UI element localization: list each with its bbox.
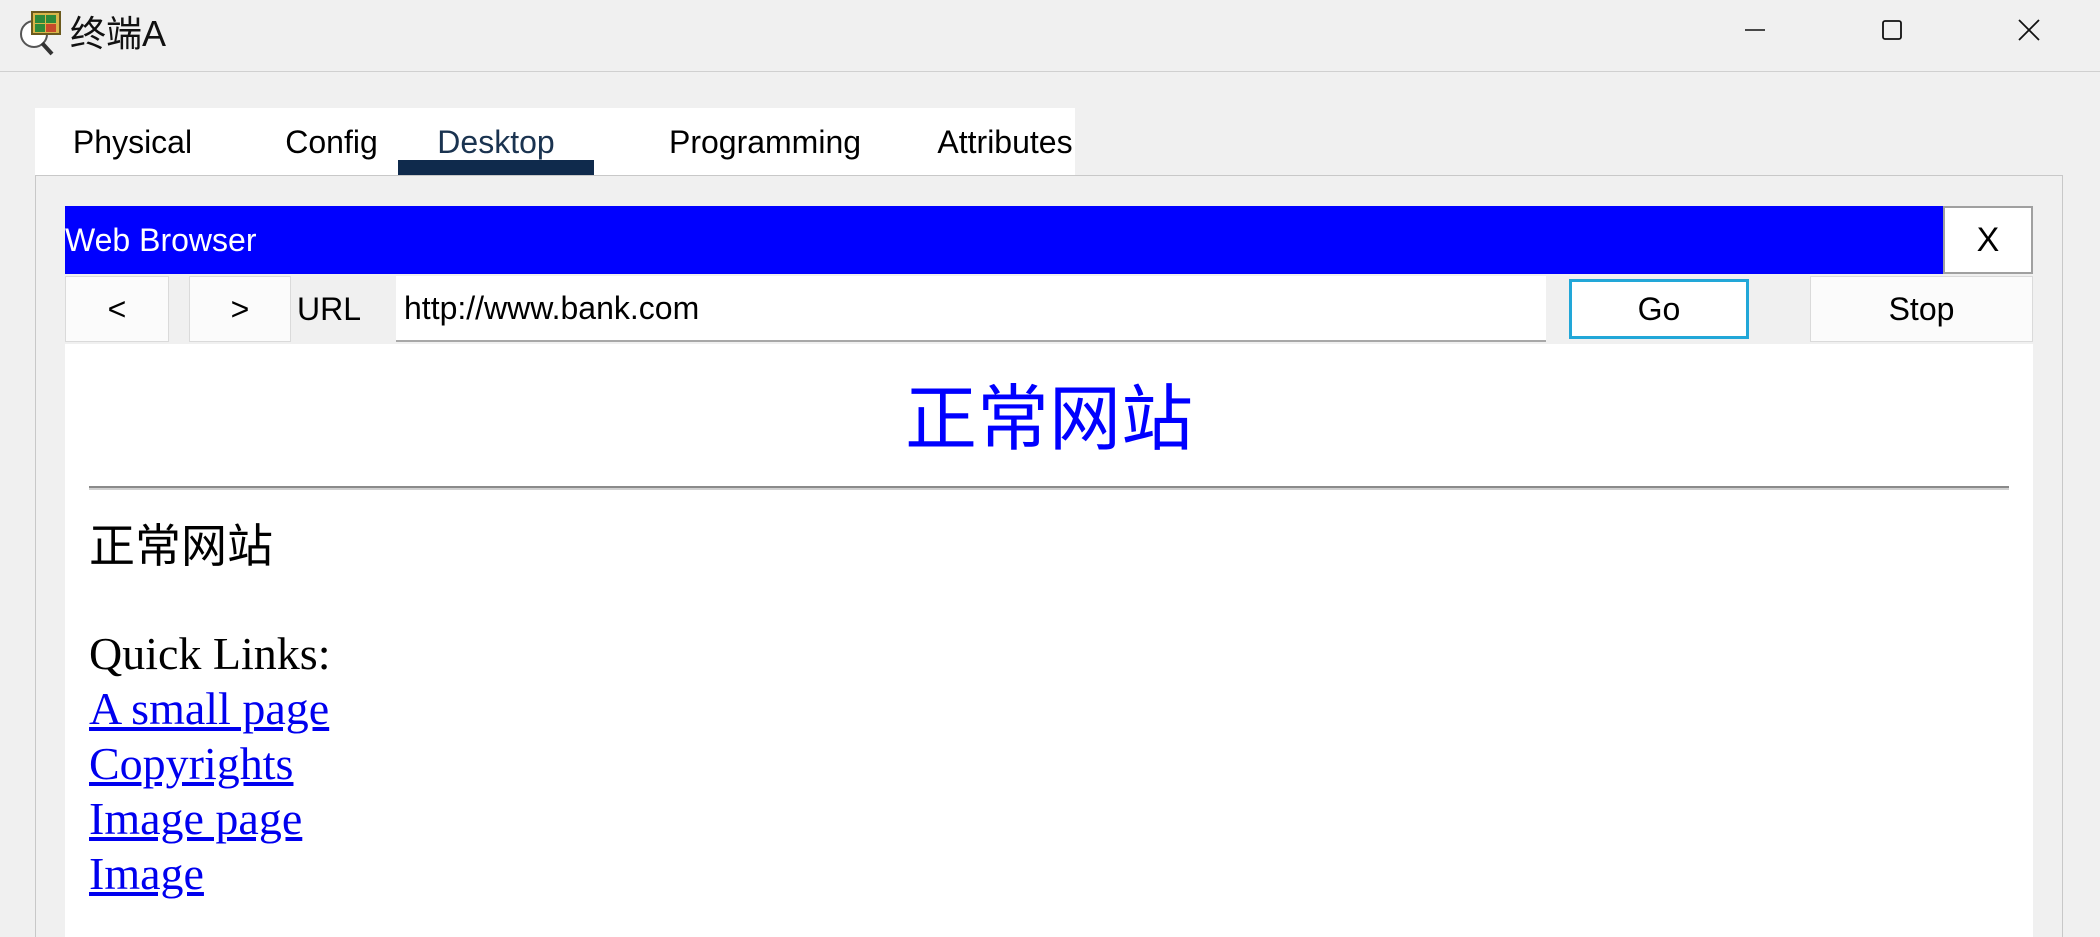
link-image[interactable]: Image xyxy=(89,846,204,901)
url-input[interactable] xyxy=(396,276,1546,342)
close-window-button[interactable] xyxy=(1960,0,2098,60)
go-button[interactable]: Go xyxy=(1569,279,1749,339)
quick-links-label: Quick Links: xyxy=(89,628,331,679)
minimize-button[interactable] xyxy=(1686,0,1824,60)
web-browser-window: Web Browser X < > URL Go Stop 正常网站 正常网站 … xyxy=(65,206,2033,937)
stop-button[interactable]: Stop xyxy=(1810,276,2033,342)
link-image-page[interactable]: Image page xyxy=(89,791,302,846)
active-tab-indicator xyxy=(398,160,594,176)
window-titlebar: 终端A xyxy=(0,0,2100,72)
link-small-page[interactable]: A small page xyxy=(89,681,329,736)
maximize-icon xyxy=(1882,20,1902,40)
page-subheading: 正常网站 xyxy=(89,519,273,573)
forward-button[interactable]: > xyxy=(189,276,291,342)
url-label: URL xyxy=(297,291,362,327)
window-title: 终端A xyxy=(70,13,167,54)
tab-physical[interactable]: Physical xyxy=(35,108,230,176)
link-copyrights[interactable]: Copyrights xyxy=(89,736,293,791)
quick-links-list: A small page Copyrights Image page Image xyxy=(89,681,329,901)
browser-navbar: < > URL Go Stop xyxy=(65,274,2033,344)
tab-attributes[interactable]: Attributes xyxy=(895,108,1115,176)
page-heading: 正常网站 xyxy=(904,377,1193,461)
back-button[interactable]: < xyxy=(65,276,169,342)
network-terminal-icon xyxy=(18,8,66,56)
web-browser-titlebar: Web Browser X xyxy=(65,206,2033,274)
tab-programming[interactable]: Programming xyxy=(620,108,910,176)
maximize-button[interactable] xyxy=(1823,0,1961,60)
horizontal-rule xyxy=(89,486,2009,490)
tab-strip: Physical Config Desktop Programming Attr… xyxy=(35,108,1075,176)
page-content: 正常网站 正常网站 Quick Links: A small page Copy… xyxy=(65,344,2033,937)
close-icon xyxy=(2018,19,2040,41)
minimize-icon xyxy=(1745,29,1765,31)
web-browser-close-button[interactable]: X xyxy=(1943,206,2033,274)
web-browser-title: Web Browser xyxy=(65,222,257,258)
